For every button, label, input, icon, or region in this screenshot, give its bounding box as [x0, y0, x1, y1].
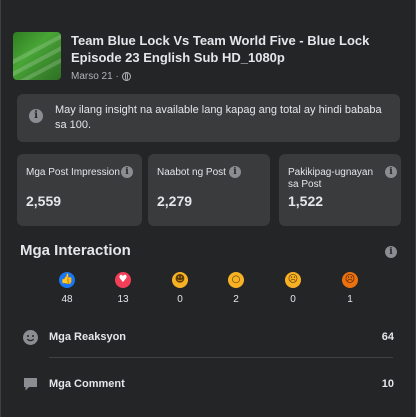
- comments-row[interactable]: Mga Comment 10: [22, 373, 398, 397]
- metric-label: Mga Post Impression: [26, 167, 120, 178]
- wow-icon: ○: [228, 272, 244, 288]
- reaction-haha[interactable]: ☻ 0: [160, 272, 200, 305]
- row-label: Mga Reaksyon: [49, 331, 127, 343]
- metric-value: 2,279: [157, 193, 193, 209]
- reaction-count: 2: [233, 294, 239, 305]
- reactions-icon: [23, 330, 38, 345]
- reaction-sad[interactable]: ☹ 0: [273, 272, 313, 305]
- info-icon[interactable]: i: [385, 166, 397, 178]
- info-icon: i: [29, 109, 43, 123]
- metric-card-engagement: Pakikipag-ugnayan sa Post i 1,522: [279, 154, 401, 226]
- post-date: Marso 21 ·: [71, 71, 131, 82]
- reaction-count: 0: [290, 294, 296, 305]
- metric-value: 1,522: [288, 193, 324, 209]
- row-value: 10: [381, 378, 394, 390]
- info-icon[interactable]: i: [385, 246, 397, 258]
- metric-label: Pakikipag-ugnayan sa Post: [288, 167, 374, 190]
- reaction-like[interactable]: 👍 48: [47, 272, 87, 305]
- metric-value: 2,559: [26, 193, 62, 209]
- metric-card-reach: Naabot ng Post i 2,279: [148, 154, 270, 226]
- globe-icon: [121, 72, 131, 81]
- reaction-count: 0: [177, 294, 183, 305]
- post-title[interactable]: Team Blue Lock Vs Team World Five - Blue…: [71, 32, 405, 66]
- reaction-count: 13: [117, 294, 129, 305]
- metric-card-impressions: Mga Post Impression i 2,559: [17, 154, 142, 226]
- haha-icon: ☻: [172, 272, 188, 288]
- row-value: 64: [381, 331, 394, 343]
- metric-label: Naabot ng Post: [157, 167, 226, 178]
- info-icon[interactable]: i: [229, 166, 241, 178]
- row-label: Mga Comment: [49, 378, 125, 390]
- sad-icon: ☹: [285, 272, 301, 288]
- like-icon: 👍: [59, 272, 75, 288]
- divider: [49, 357, 393, 358]
- angry-icon: ☹: [342, 272, 358, 288]
- reaction-love[interactable]: ♥ 13: [103, 272, 143, 305]
- post-header: Team Blue Lock Vs Team World Five - Blue…: [12, 31, 404, 89]
- interactions-title: Mga Interaction: [20, 242, 131, 259]
- love-icon: ♥: [115, 272, 131, 288]
- info-banner: i May ilang insight na available lang ka…: [17, 94, 400, 142]
- reactions-summary: 👍 48 ♥ 13 ☻ 0 ○ 2 ☹ 0 ☹ 1: [1, 272, 416, 312]
- post-insights-panel: Team Blue Lock Vs Team World Five - Blue…: [0, 0, 416, 417]
- post-date-text: Marso 21 ·: [71, 71, 119, 82]
- info-banner-text: May ilang insight na available lang kapa…: [55, 104, 382, 131]
- info-icon[interactable]: i: [121, 166, 133, 178]
- reaction-wow[interactable]: ○ 2: [216, 272, 256, 305]
- reaction-count: 1: [347, 294, 353, 305]
- reaction-angry[interactable]: ☹ 1: [330, 272, 370, 305]
- reactions-row[interactable]: Mga Reaksyon 64: [22, 326, 398, 350]
- post-thumbnail[interactable]: [13, 32, 61, 80]
- reaction-count: 48: [61, 294, 73, 305]
- comment-icon: [24, 378, 37, 391]
